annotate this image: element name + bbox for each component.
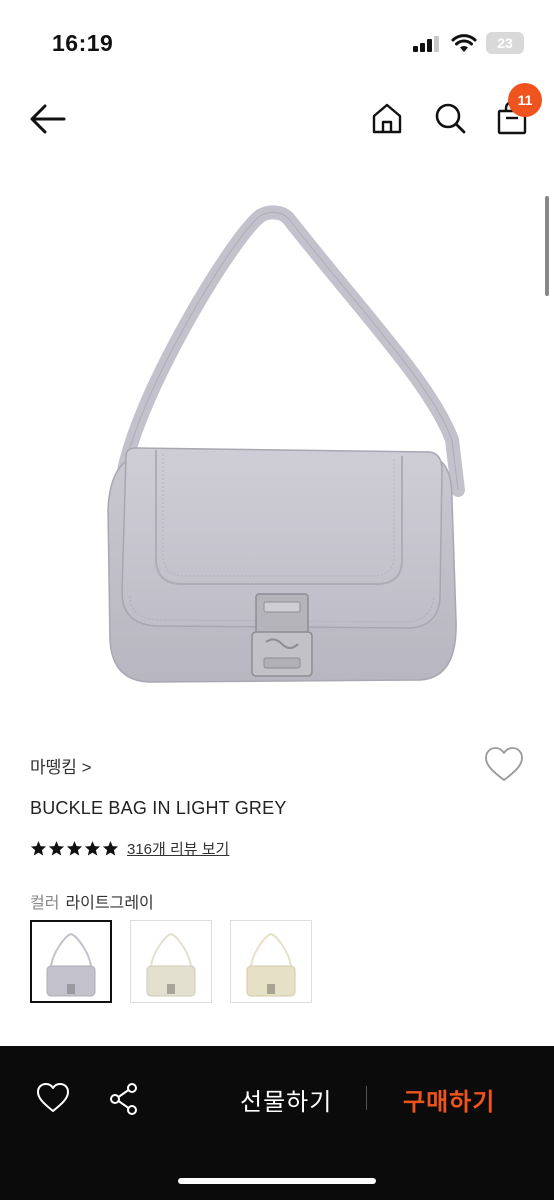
- scrollbar[interactable]: [545, 196, 549, 296]
- swatch-thumbnail: [46, 932, 96, 996]
- star-icon: [30, 841, 47, 856]
- top-navigation: [0, 88, 554, 152]
- cellular-signal-icon: [413, 36, 439, 52]
- brand-link[interactable]: 마뗑킴 >: [30, 753, 92, 778]
- status-time: 16:19: [52, 30, 114, 56]
- star-icon: [84, 841, 101, 856]
- wifi-icon: [451, 34, 477, 52]
- wishlist-heart-icon[interactable]: [484, 746, 524, 784]
- wishlist-heart-icon[interactable]: [36, 1082, 70, 1114]
- color-label: 컬러: [30, 895, 60, 912]
- home-indicator: [178, 1178, 376, 1184]
- star-icon: [66, 841, 83, 856]
- color-row: 컬러 라이트그레이: [30, 889, 154, 913]
- swatch-ivory[interactable]: [130, 920, 212, 1003]
- review-link[interactable]: 316개 리뷰 보기: [127, 838, 229, 859]
- back-arrow-icon[interactable]: [28, 102, 68, 136]
- star-icon: [48, 841, 65, 856]
- buy-button[interactable]: 구매하기: [403, 1082, 495, 1117]
- color-value: 라이트그레이: [65, 895, 154, 912]
- swatch-light-grey[interactable]: [30, 920, 112, 1003]
- star-icon: [102, 841, 119, 856]
- cart-count-badge: 11: [508, 83, 542, 117]
- product-image: [107, 205, 465, 683]
- rating-row: 316개 리뷰 보기: [30, 838, 229, 859]
- color-swatches: [30, 920, 312, 1003]
- share-icon[interactable]: [108, 1082, 140, 1116]
- swatch-cream[interactable]: [230, 920, 312, 1003]
- bottom-action-bar: 선물하기 구매하기: [0, 1046, 554, 1200]
- divider: [366, 1086, 367, 1110]
- swatch-thumbnail: [246, 932, 296, 996]
- home-icon[interactable]: [369, 100, 405, 136]
- battery-icon: 23: [486, 32, 524, 54]
- status-bar: 16:19 23: [0, 0, 554, 88]
- swatch-thumbnail: [146, 932, 196, 996]
- battery-level: 23: [497, 35, 513, 51]
- rating-stars: [30, 840, 119, 857]
- search-icon[interactable]: [432, 100, 468, 136]
- product-name: BUCKLE BAG IN LIGHT GREY: [30, 798, 287, 818]
- gift-button[interactable]: 선물하기: [240, 1082, 332, 1117]
